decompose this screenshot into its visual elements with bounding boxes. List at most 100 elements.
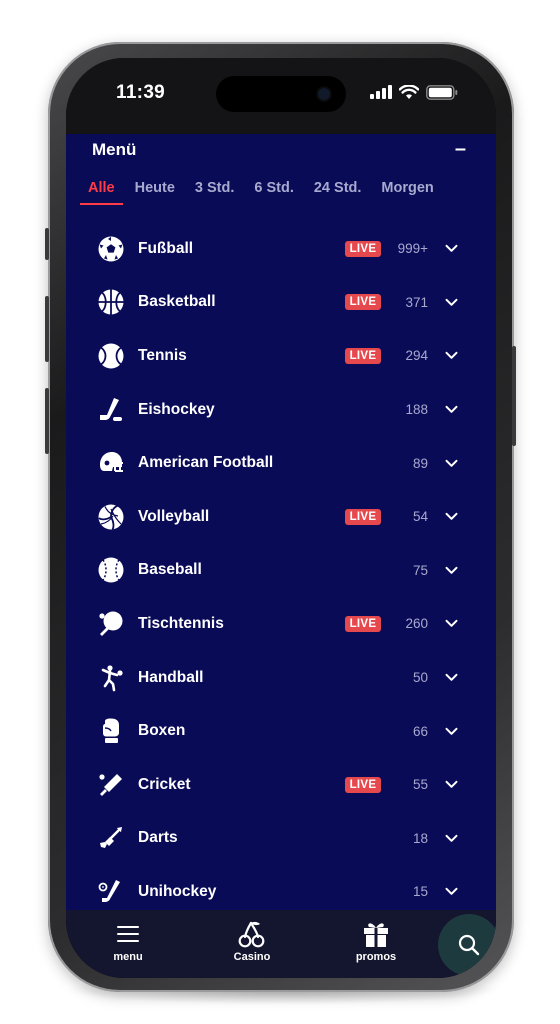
sport-name: Basketball	[138, 293, 216, 311]
bottom-tab-bar: menu Casino promos	[66, 910, 496, 978]
time-filter-tabs: Alle Heute 3 Std. 6 Std. 24 Std. Morgen	[80, 176, 446, 206]
action-button	[45, 228, 49, 260]
sport-name: American Football	[138, 454, 274, 472]
event-count: 89	[412, 455, 428, 471]
sport-row-handball[interactable]: Handball 50	[66, 651, 496, 705]
tab-promos-label: promos	[355, 951, 397, 963]
tab-menu[interactable]: menu	[93, 920, 163, 963]
event-count: 75	[412, 562, 428, 578]
filter-tab-24-std[interactable]: 24 Std.	[306, 176, 370, 202]
tab-promos[interactable]: promos	[341, 920, 411, 963]
event-count: 55	[412, 777, 428, 793]
dynamic-island	[216, 76, 346, 112]
live-badge: LIVE	[345, 294, 381, 311]
tab-casino-label: Casino	[233, 951, 271, 963]
filter-tab-heute[interactable]: Heute	[127, 176, 183, 202]
sport-name: Volleyball	[138, 507, 210, 525]
cherries-icon	[237, 920, 267, 948]
sport-name: Unihockey	[138, 882, 217, 900]
sport-name: Fußball	[138, 239, 194, 257]
sport-name: Tischtennis	[138, 614, 224, 632]
wifi-icon	[399, 84, 419, 99]
phone-screen: 11:39 Menü – Alle Heute 3 Std. 6 Std. 24…	[66, 58, 496, 978]
chevron-down-icon[interactable]	[444, 617, 458, 631]
battery-icon	[426, 84, 458, 100]
tab-menu-label: menu	[113, 951, 143, 963]
sport-row-darts[interactable]: Darts 18	[66, 812, 496, 866]
volume-down-button	[45, 388, 49, 454]
filter-tab-6-std[interactable]: 6 Std.	[246, 176, 301, 202]
chevron-down-icon[interactable]	[444, 724, 458, 738]
chevron-down-icon[interactable]	[444, 456, 458, 470]
event-count: 188	[405, 402, 428, 418]
live-badge: LIVE	[345, 240, 381, 257]
chevron-down-icon[interactable]	[444, 349, 458, 363]
floorball-stick-icon	[97, 878, 125, 906]
sport-row-basketball[interactable]: Basketball LIVE 371	[66, 276, 496, 330]
volleyball-icon	[97, 503, 125, 531]
chevron-down-icon[interactable]	[444, 778, 458, 792]
chevron-down-icon[interactable]	[444, 403, 458, 417]
event-count: 15	[412, 884, 428, 900]
live-badge: LIVE	[345, 508, 381, 525]
sports-menu-panel: Menü – Alle Heute 3 Std. 6 Std. 24 Std. …	[66, 134, 496, 910]
chevron-down-icon[interactable]	[444, 831, 458, 845]
sport-name: Eishockey	[138, 400, 215, 418]
menu-title: Menü	[92, 140, 137, 159]
sport-row-baseball[interactable]: Baseball 75	[66, 544, 496, 598]
sport-name: Darts	[138, 829, 178, 847]
event-count: 371	[405, 294, 428, 310]
tennis-ball-icon	[97, 342, 125, 370]
event-count: 294	[405, 348, 428, 364]
hockey-stick-icon	[97, 396, 125, 424]
sport-name: Baseball	[138, 561, 202, 579]
sport-row-volleyball[interactable]: Volleyball LIVE 54	[66, 490, 496, 544]
sport-name: Cricket	[138, 775, 191, 793]
football-helmet-icon	[97, 449, 125, 477]
status-bar: 11:39	[66, 58, 496, 134]
event-count: 50	[412, 670, 428, 686]
chevron-down-icon[interactable]	[444, 510, 458, 524]
search-button[interactable]	[438, 914, 496, 976]
sport-name: Tennis	[138, 346, 187, 364]
soccer-ball-icon	[97, 235, 125, 263]
boxing-glove-icon	[97, 717, 125, 745]
chevron-down-icon[interactable]	[444, 885, 458, 899]
filter-tab-alle[interactable]: Alle	[80, 176, 123, 205]
collapse-menu-button[interactable]: –	[455, 138, 466, 161]
live-badge: LIVE	[345, 776, 381, 793]
live-badge: LIVE	[345, 615, 381, 632]
sport-row-american-football[interactable]: American Football 89	[66, 436, 496, 490]
live-badge: LIVE	[345, 347, 381, 364]
chevron-down-icon[interactable]	[444, 671, 458, 685]
tab-casino[interactable]: Casino	[217, 920, 287, 963]
event-count: 66	[412, 723, 428, 739]
sport-row-boxen[interactable]: Boxen 66	[66, 704, 496, 758]
dart-icon	[97, 824, 125, 852]
search-icon	[458, 934, 480, 956]
event-count: 54	[412, 509, 428, 525]
chevron-down-icon[interactable]	[444, 295, 458, 309]
volume-up-button	[45, 296, 49, 362]
chevron-down-icon[interactable]	[444, 563, 458, 577]
sport-row-cricket[interactable]: Cricket LIVE 55	[66, 758, 496, 812]
filter-tab-3-std[interactable]: 3 Std.	[187, 176, 242, 202]
power-button	[512, 346, 516, 446]
hamburger-menu-icon	[117, 920, 139, 948]
sport-name: Handball	[138, 668, 204, 686]
cricket-bat-icon	[97, 771, 125, 799]
sport-row-tennis[interactable]: Tennis LIVE 294	[66, 329, 496, 383]
filter-tab-morgen[interactable]: Morgen	[373, 176, 441, 202]
sport-row-fussball[interactable]: Fußball LIVE 999+	[66, 222, 496, 276]
status-time: 11:39	[116, 82, 166, 103]
sport-row-tischtennis[interactable]: Tischtennis LIVE 260	[66, 597, 496, 651]
sports-list: Fußball LIVE 999+ Basketball LIVE 371 Tennis LI…	[66, 222, 496, 919]
status-icons	[370, 84, 458, 100]
cellular-signal-icon	[370, 85, 392, 99]
chevron-down-icon[interactable]	[444, 242, 458, 256]
event-count: 18	[412, 830, 428, 846]
event-count: 999+	[397, 241, 428, 257]
sport-row-eishockey[interactable]: Eishockey 188	[66, 383, 496, 437]
camera-icon	[318, 88, 330, 100]
basketball-icon	[97, 288, 125, 316]
